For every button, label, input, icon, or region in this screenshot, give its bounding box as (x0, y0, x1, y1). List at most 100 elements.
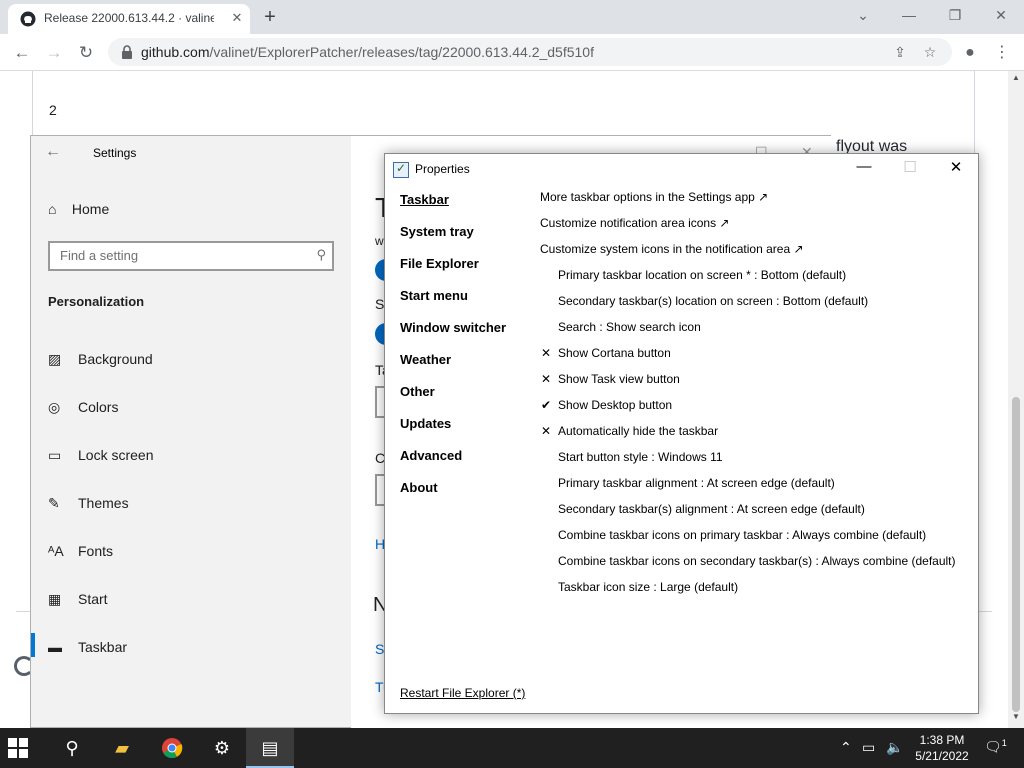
unchecked-x-icon: ✕ (541, 346, 552, 360)
option-row[interactable]: Combine taskbar icons on primary taskbar… (558, 528, 926, 542)
github-icon (20, 11, 36, 27)
scroll-down-icon[interactable]: ▼ (1008, 712, 1024, 726)
share-icon[interactable]: ⇪ (890, 42, 910, 62)
restart-file-explorer-link[interactable]: Restart File Explorer (*) (400, 686, 525, 700)
properties-window: Properties — ☐ ✕ Taskbar System tray Fil… (384, 153, 979, 714)
properties-minimize-icon[interactable]: — (841, 158, 887, 180)
chrome-icon[interactable] (148, 728, 196, 768)
windows-start-icon[interactable] (8, 738, 28, 758)
option-row[interactable]: Show Cortana button (558, 346, 671, 360)
active-indicator (31, 633, 35, 657)
scrollbar-thumb[interactable] (1012, 397, 1020, 712)
start-icon: ▦ (48, 591, 62, 607)
minimize-icon[interactable]: — (886, 0, 932, 32)
option-row[interactable]: Customize system icons in the notificati… (540, 242, 804, 256)
volume-icon[interactable]: 🔈 (886, 739, 903, 756)
props-tab-advanced[interactable]: Advanced (400, 448, 462, 463)
properties-app-icon (393, 161, 409, 178)
checkmark-icon: ✔ (541, 398, 552, 412)
tab-title: Release 22000.613.44.2 · valinet/Explore… (44, 11, 214, 25)
unchecked-x-icon: ✕ (541, 372, 552, 386)
option-row[interactable]: More taskbar options in the Settings app… (540, 190, 768, 204)
option-row[interactable]: Taskbar icon size : Large (default) (558, 580, 738, 594)
clock[interactable]: 1:38 PM 5/21/2022 (912, 732, 972, 764)
props-tab-other[interactable]: Other (400, 384, 435, 399)
profile-icon[interactable]: ● (956, 39, 984, 67)
option-row[interactable]: Start button style : Windows 11 (558, 450, 723, 464)
settings-gear-icon[interactable]: ⚙ (198, 728, 246, 768)
browser-tab[interactable]: Release 22000.613.44.2 · valinet/Explore… (8, 4, 250, 34)
menu-icon[interactable]: ⋮ (988, 39, 1016, 67)
sidebar-item-start[interactable]: ▦ Start (31, 581, 349, 621)
new-tab-button[interactable]: + (258, 5, 282, 29)
properties-maximize-icon[interactable]: ☐ (887, 158, 933, 180)
tab-search-chevron-icon[interactable]: ⌄ (840, 0, 886, 32)
sidebar-item-themes[interactable]: ✎ Themes (31, 485, 349, 525)
notification-center-icon[interactable]: 🗨1 (984, 738, 1007, 756)
option-row[interactable]: Secondary taskbar(s) alignment : At scre… (558, 502, 865, 516)
network-icon[interactable]: ▭ (862, 739, 875, 756)
browser-tab-strip: Release 22000.613.44.2 · valinet/Explore… (0, 0, 1024, 34)
sidebar-item-colors[interactable]: ◎ Colors (31, 389, 349, 429)
properties-taskbar-icon[interactable]: ▤ (246, 728, 294, 768)
props-tab-weather[interactable]: Weather (400, 352, 451, 367)
page-scrollbar[interactable]: ▲ ▼ (1008, 71, 1024, 728)
chrome-logo-icon (162, 738, 183, 759)
settings-section-title: Personalization (48, 294, 145, 309)
props-tab-file-explorer[interactable]: File Explorer (400, 256, 479, 271)
settings-search-input[interactable]: Find a setting ⚲ (48, 241, 334, 271)
sidebar-item-background[interactable]: ▨ Background (31, 341, 349, 381)
forward-icon[interactable]: → (40, 39, 68, 67)
unchecked-x-icon: ✕ (541, 424, 552, 438)
props-tab-window-switcher[interactable]: Window switcher (400, 320, 506, 335)
sidebar-item-lock-screen[interactable]: ▭ Lock screen (31, 437, 349, 477)
taskbar-icon: ▬ (48, 639, 62, 655)
back-icon[interactable]: ← (8, 39, 36, 67)
palette-icon: ◎ (48, 399, 61, 415)
lock-screen-icon: ▭ (48, 447, 62, 463)
settings-title: Settings (93, 146, 137, 160)
file-explorer-icon[interactable]: ▰ (98, 728, 146, 768)
star-icon[interactable]: ☆ (920, 42, 940, 62)
option-row[interactable]: Show Task view button (558, 372, 680, 386)
search-placeholder: Find a setting (60, 248, 139, 263)
sidebar-item-label: Background (78, 351, 153, 367)
props-tab-taskbar[interactable]: Taskbar (400, 192, 449, 207)
reload-icon[interactable]: ↻ (72, 39, 100, 67)
home-icon: ⌂ (48, 201, 57, 217)
props-tab-updates[interactable]: Updates (400, 416, 451, 431)
search-icon[interactable]: ⚲ (48, 728, 96, 768)
option-row[interactable]: Primary taskbar location on screen * : B… (558, 268, 846, 282)
scroll-up-icon[interactable]: ▲ (1008, 73, 1024, 87)
tray-chevron-icon[interactable]: ⌃ (840, 739, 852, 756)
option-row[interactable]: Search : Show search icon (558, 320, 701, 334)
settings-home-link[interactable]: ⌂ Home (48, 201, 109, 217)
close-window-icon[interactable]: ✕ (978, 0, 1024, 32)
properties-close-icon[interactable]: ✕ (933, 158, 979, 180)
page-heading-behind: Multiple displays (373, 736, 520, 758)
home-label: Home (71, 201, 110, 217)
fonts-icon: ᴬA (48, 543, 64, 559)
clock-date: 5/21/2022 (915, 749, 969, 763)
sidebar-item-taskbar[interactable]: ▬ Taskbar (31, 629, 349, 669)
lock-icon[interactable] (120, 44, 134, 60)
option-row[interactable]: Secondary taskbar(s) location on screen … (558, 294, 868, 308)
option-row[interactable]: Primary taskbar alignment : At screen ed… (558, 476, 835, 490)
url-path: /valinet/ExplorerPatcher/releases/tag/22… (209, 44, 594, 60)
address-bar[interactable]: github.com/valinet/ExplorerPatcher/relea… (108, 38, 952, 66)
page-number-text: 2 (49, 102, 57, 118)
props-tab-about[interactable]: About (400, 480, 438, 495)
option-row[interactable]: Show Desktop button (558, 398, 672, 412)
settings-text-fragment: w (375, 234, 384, 248)
settings-back-icon[interactable]: ← (45, 143, 61, 161)
option-row[interactable]: Automatically hide the taskbar (558, 424, 718, 438)
option-row[interactable]: Customize notification area icons ↗ (540, 216, 729, 230)
option-row[interactable]: Combine taskbar icons on secondary taskb… (558, 554, 956, 568)
props-tab-system-tray[interactable]: System tray (400, 224, 474, 239)
restore-icon[interactable]: ❐ (932, 0, 978, 32)
tab-close-icon[interactable]: ✕ (228, 9, 246, 27)
props-tab-start-menu[interactable]: Start menu (400, 288, 468, 303)
url-host: github.com (141, 44, 210, 60)
notification-count: 1 (1001, 738, 1007, 748)
sidebar-item-fonts[interactable]: ᴬA Fonts (31, 533, 349, 573)
